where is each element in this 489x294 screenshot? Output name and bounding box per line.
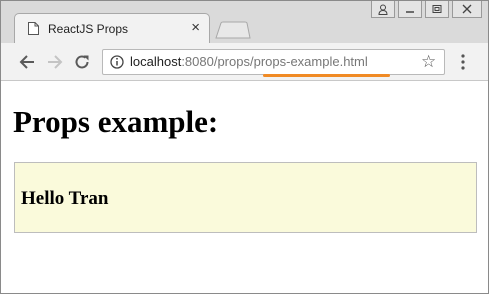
url-highlight-underline <box>263 74 390 77</box>
browser-window: ReactJS Props × localhost:8080/props/pro… <box>0 0 489 294</box>
close-window-button[interactable] <box>452 1 482 18</box>
minimize-button[interactable] <box>398 1 422 18</box>
greeting-text: Hello Tran <box>21 188 109 209</box>
close-icon <box>462 4 472 14</box>
new-tab-button[interactable] <box>215 21 251 39</box>
tab-title: ReactJS Props <box>48 22 129 36</box>
browser-toolbar: localhost:8080/props/props-example.html … <box>1 43 488 81</box>
back-button[interactable] <box>17 52 37 72</box>
forward-button[interactable] <box>45 52 65 72</box>
page-viewport: Props example: Hello Tran <box>1 82 488 293</box>
greeting-box: Hello Tran <box>14 162 477 233</box>
minimize-icon <box>406 11 414 13</box>
url-text[interactable]: localhost:8080/props/props-example.html <box>130 54 368 69</box>
more-vertical-icon[interactable] <box>457 53 469 71</box>
reload-button[interactable] <box>72 52 92 72</box>
address-bar[interactable]: localhost:8080/props/props-example.html … <box>102 49 445 75</box>
forward-arrow-icon <box>48 55 63 69</box>
info-icon[interactable] <box>110 55 124 69</box>
user-button[interactable] <box>371 1 395 18</box>
url-host: localhost <box>130 54 182 69</box>
restore-button[interactable] <box>425 1 449 18</box>
page-heading: Props example: <box>13 104 219 139</box>
tab-close-button[interactable]: × <box>191 19 200 37</box>
window-controls <box>368 1 482 19</box>
url-path: :8080/props/ <box>181 54 254 69</box>
reload-icon <box>75 55 89 69</box>
back-arrow-icon <box>19 55 34 69</box>
bookmark-star-icon[interactable]: ☆ <box>421 52 436 72</box>
browser-tab[interactable]: ReactJS Props × <box>14 13 210 43</box>
user-icon <box>378 4 388 15</box>
url-file: props-example.html <box>253 54 368 69</box>
restore-icon <box>432 5 442 13</box>
page-icon <box>28 22 39 35</box>
tab-strip: ReactJS Props × <box>1 1 488 43</box>
